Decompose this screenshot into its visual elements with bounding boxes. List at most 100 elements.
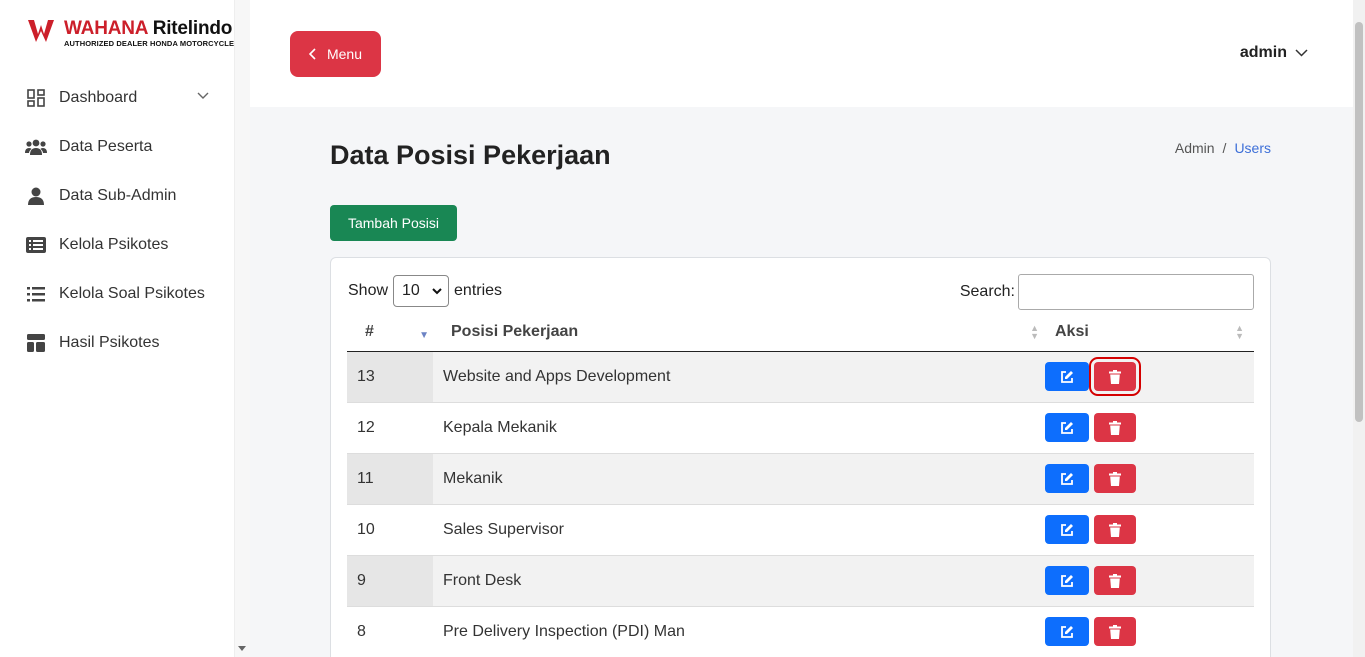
delete-button[interactable] (1094, 413, 1136, 442)
row-posisi: Kepala Mekanik (433, 402, 1049, 454)
sidebar-item-kelola-psikotes[interactable]: Kelola Psikotes (0, 220, 235, 269)
chevron-left-icon (308, 48, 316, 60)
edit-button[interactable] (1045, 413, 1089, 442)
delete-button[interactable] (1094, 515, 1136, 544)
select-chevron-icon (432, 287, 442, 294)
edit-icon (1061, 625, 1073, 638)
row-number: 13 (347, 351, 433, 403)
table-row: 13 Website and Apps Development (347, 351, 1254, 403)
search-input[interactable] (1018, 274, 1254, 310)
menu-button-label: Menu (326, 46, 363, 62)
column-header-number[interactable]: # ▼ (347, 314, 433, 352)
edit-button[interactable] (1045, 362, 1089, 391)
scrollbar-thumb[interactable] (1355, 22, 1363, 422)
scroll-down-arrow-icon[interactable] (238, 646, 246, 651)
table-row: 10 Sales Supervisor (347, 504, 1254, 556)
table-row: 11 Mekanik (347, 453, 1254, 505)
user-menu-dropdown[interactable]: admin (1240, 44, 1308, 62)
row-posisi: Mekanik (433, 453, 1049, 505)
sidebar-item-label: Hasil Psikotes (59, 333, 160, 351)
table-row: 8 Pre Delivery Inspection (PDI) Man (347, 606, 1254, 657)
sidebar-item-label: Kelola Psikotes (59, 235, 169, 253)
dashboard-grid-icon (25, 88, 47, 108)
delete-button[interactable] (1094, 464, 1136, 493)
edit-button[interactable] (1045, 515, 1089, 544)
breadcrumb: Admin / Users (1175, 140, 1271, 156)
row-actions (1045, 402, 1254, 454)
edit-icon (1061, 472, 1073, 485)
breadcrumb-separator: / (1222, 140, 1227, 156)
row-number: 10 (347, 504, 433, 556)
sidebar-item-dashboard[interactable]: Dashboard (0, 73, 235, 122)
entries-select[interactable]: 10 (393, 275, 450, 307)
sidebar-item-kelola-soal-psikotes[interactable]: Kelola Soal Psikotes (0, 269, 235, 318)
sidebar-item-hasil-psikotes[interactable]: Hasil Psikotes (0, 318, 235, 367)
sidebar-item-label: Data Sub-Admin (59, 186, 177, 204)
edit-button[interactable] (1045, 617, 1089, 646)
sidebar-nav: Dashboard Data Peserta Data Sub-Admin Ke… (0, 73, 235, 367)
main-scrollbar[interactable] (1353, 0, 1365, 657)
edit-icon (1061, 421, 1073, 434)
trash-icon (1109, 471, 1121, 486)
user-name: admin (1239, 44, 1287, 61)
page-title: Data Posisi Pekerjaan (330, 140, 611, 170)
trash-icon (1109, 420, 1121, 435)
sidebar-item-data-sub-admin[interactable]: Data Sub-Admin (0, 171, 235, 220)
table-card: Show 10 entries Search: # ▼ Posisi Peker… (330, 257, 1271, 657)
table-row: 9 Front Desk (347, 555, 1254, 607)
brand-logo[interactable]: WAHANA Ritelindo AUTHORIZED DEALER HONDA… (28, 18, 234, 50)
brand-name-part2: Ritelindo (152, 18, 233, 39)
trash-icon (1109, 624, 1121, 639)
column-label: # (365, 323, 374, 341)
sort-desc-icon: ▼ (419, 330, 429, 341)
sidebar-item-data-peserta[interactable]: Data Peserta (0, 122, 235, 171)
row-actions (1045, 453, 1254, 505)
column-label: Posisi Pekerjaan (451, 323, 579, 341)
search-label: Search: (959, 283, 1015, 300)
trash-icon (1109, 573, 1121, 588)
chevron-down-icon (1295, 49, 1308, 57)
brand-tagline: AUTHORIZED DEALER HONDA MOTORCYCLE (64, 39, 235, 48)
row-number: 9 (347, 555, 433, 607)
row-number: 12 (347, 402, 433, 454)
table-row: 12 Kepala Mekanik (347, 402, 1254, 454)
sidebar-scrollbar[interactable] (235, 0, 250, 657)
row-posisi: Pre Delivery Inspection (PDI) Man (433, 606, 1049, 657)
column-header-posisi[interactable]: Posisi Pekerjaan ▲ ▼ (433, 314, 1049, 352)
entries-value: 10 (402, 282, 420, 299)
row-actions (1045, 555, 1254, 607)
menu-toggle-button[interactable]: Menu (290, 31, 381, 77)
sidebar-item-label: Data Peserta (59, 137, 153, 155)
brand-name: WAHANA Ritelindo (64, 18, 232, 40)
sort-icon: ▲ ▼ (1235, 323, 1244, 341)
row-actions (1045, 351, 1254, 403)
sidebar-item-label: Kelola Soal Psikotes (59, 284, 205, 302)
edit-icon (1061, 523, 1073, 536)
entries-control: Show 10 entries (348, 275, 502, 307)
delete-button[interactable] (1089, 357, 1141, 396)
add-position-button[interactable]: Tambah Posisi (330, 205, 457, 241)
layout-icon (25, 333, 47, 353)
edit-button[interactable] (1045, 566, 1089, 595)
list-icon (25, 284, 47, 304)
edit-button[interactable] (1045, 464, 1089, 493)
positions-table: # ▼ Posisi Pekerjaan ▲ ▼ Aksi ▲ ▼ 13 Websi… (347, 314, 1254, 657)
breadcrumb-admin[interactable]: Admin (1175, 140, 1215, 156)
edit-icon (1061, 574, 1073, 587)
entries-label: entries (454, 282, 503, 299)
row-actions (1045, 606, 1254, 657)
column-header-aksi[interactable]: Aksi ▲ ▼ (1049, 314, 1254, 352)
delete-button[interactable] (1094, 617, 1136, 646)
row-number: 11 (347, 453, 433, 505)
show-label: Show (348, 282, 389, 299)
row-posisi: Website and Apps Development (433, 351, 1049, 403)
row-posisi: Sales Supervisor (433, 504, 1049, 556)
brand-name-part1: WAHANA (64, 18, 148, 39)
column-label: Aksi (1055, 323, 1089, 341)
trash-icon (1109, 369, 1121, 384)
delete-button[interactable] (1094, 566, 1136, 595)
table-header-row: # ▼ Posisi Pekerjaan ▲ ▼ Aksi ▲ ▼ (347, 314, 1254, 352)
topbar: Menu admin (250, 0, 1353, 107)
wahana-logo-icon (28, 20, 54, 42)
breadcrumb-users[interactable]: Users (1234, 140, 1271, 156)
